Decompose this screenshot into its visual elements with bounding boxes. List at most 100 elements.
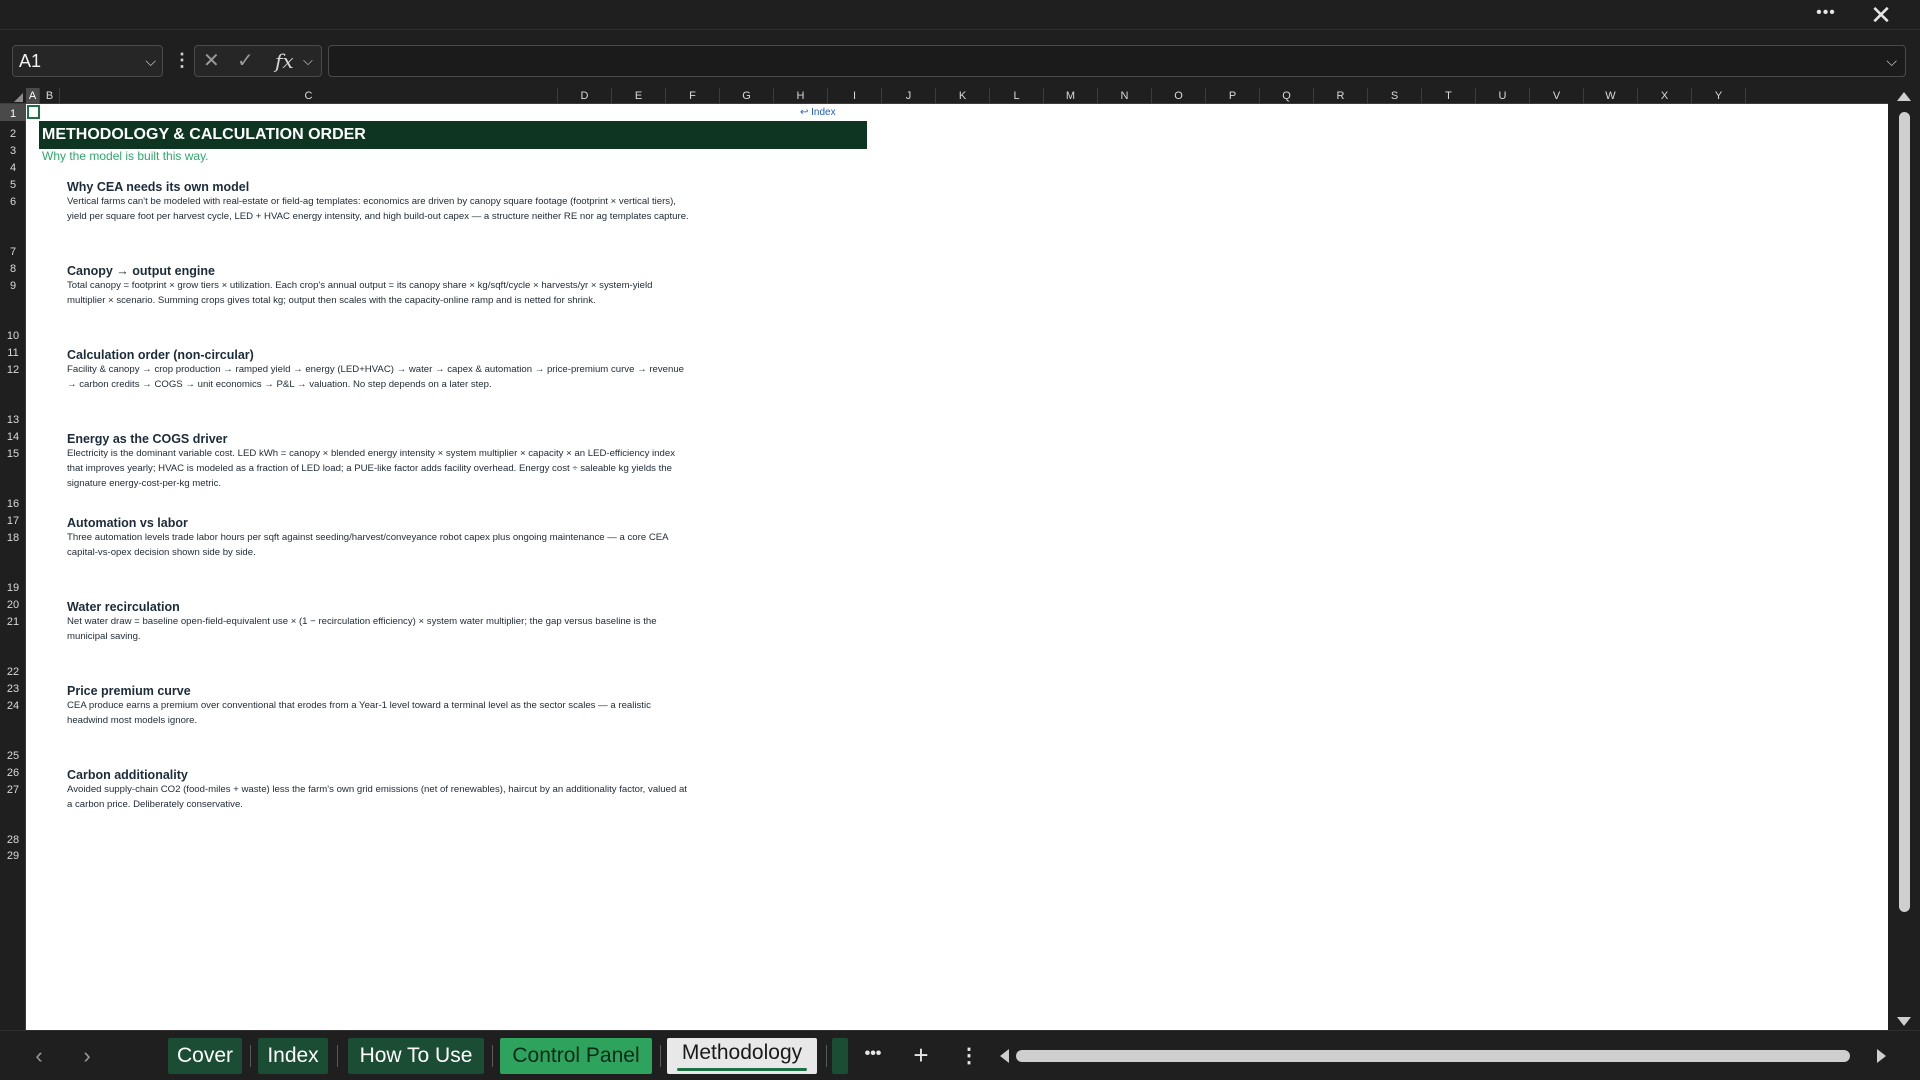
column-header[interactable]: C xyxy=(60,88,558,104)
row-header[interactable]: 22 xyxy=(0,629,26,679)
row-header[interactable]: 26 xyxy=(0,763,26,780)
row-header[interactable]: 2 xyxy=(0,121,26,141)
row-header[interactable]: 25 xyxy=(0,713,26,763)
select-all-corner[interactable] xyxy=(0,88,26,104)
column-header[interactable]: B xyxy=(40,88,60,104)
scroll-right-icon[interactable] xyxy=(1877,1049,1886,1063)
column-header[interactable]: O xyxy=(1152,88,1206,104)
row-header[interactable]: 28 xyxy=(0,797,26,847)
chevron-right-icon[interactable]: › xyxy=(72,1041,102,1071)
cancel-icon[interactable]: ✕ xyxy=(203,46,220,76)
row-header[interactable]: 3 xyxy=(0,141,26,158)
column-header[interactable]: E xyxy=(612,88,666,104)
close-icon[interactable]: ✕ xyxy=(1866,1,1896,29)
formula-input[interactable]: ⌵ xyxy=(328,45,1906,77)
row-header[interactable]: 10 xyxy=(0,293,26,343)
row-header[interactable]: 5 xyxy=(0,175,26,192)
row-header[interactable]: 21 xyxy=(0,612,26,629)
chevron-down-icon[interactable]: ⌵ xyxy=(303,46,313,76)
row-header[interactable]: 6 xyxy=(0,192,26,209)
add-sheet-icon[interactable]: + xyxy=(906,1041,936,1071)
scroll-thumb[interactable] xyxy=(1899,112,1910,912)
column-header[interactable]: A xyxy=(26,88,40,104)
tab-divider xyxy=(660,1045,661,1067)
row-headers: 1 2 3 4 5 6 7 8 9 10 11 12 13 14 15 16 17 18 19 20 21 22 23 24 2… xyxy=(0,104,26,1030)
row-header[interactable]: 17 xyxy=(0,511,26,528)
page-title: METHODOLOGY & CALCULATION ORDER xyxy=(39,121,867,149)
scroll-thumb[interactable] xyxy=(1016,1050,1850,1062)
tab-cover[interactable]: Cover xyxy=(168,1038,242,1074)
column-header[interactable]: N xyxy=(1098,88,1152,104)
horizontal-scrollbar[interactable] xyxy=(996,1043,1890,1069)
tab-how-to-use[interactable]: How To Use xyxy=(348,1038,484,1074)
tab-methodology[interactable]: Methodology xyxy=(667,1038,817,1074)
column-header[interactable]: K xyxy=(936,88,990,104)
chevron-down-icon[interactable]: ⌵ xyxy=(145,46,156,76)
column-header[interactable]: G xyxy=(720,88,774,104)
section-heading: Canopy → output engine xyxy=(67,264,215,278)
column-header[interactable]: H xyxy=(774,88,828,104)
more-sheets-icon[interactable]: ••• xyxy=(858,1041,888,1071)
active-cell-a1[interactable] xyxy=(27,105,40,119)
column-header[interactable]: W xyxy=(1584,88,1638,104)
column-header[interactable]: M xyxy=(1044,88,1098,104)
row-header[interactable]: 16 xyxy=(0,461,26,511)
section-heading: Carbon additionality xyxy=(67,768,188,782)
section-body: Vertical farms can't be modeled with rea… xyxy=(67,196,689,222)
row-header[interactable]: 11 xyxy=(0,343,26,360)
row-header[interactable]: 13 xyxy=(0,377,26,427)
tab-control-panel[interactable]: Control Panel xyxy=(500,1038,652,1074)
row-header[interactable]: 18 xyxy=(0,528,26,545)
check-icon[interactable]: ✓ xyxy=(237,46,254,76)
column-header[interactable]: R xyxy=(1314,88,1368,104)
column-header[interactable]: J xyxy=(882,88,936,104)
insert-function-icon[interactable]: fx xyxy=(275,46,294,76)
row-header[interactable]: 19 xyxy=(0,545,26,595)
row-header[interactable]: 14 xyxy=(0,427,26,444)
section-body: Total canopy = footprint × grow tiers × … xyxy=(67,280,653,306)
section-heading: Calculation order (non-circular) xyxy=(67,348,254,362)
row-header[interactable]: 9 xyxy=(0,276,26,293)
row-header[interactable]: 27 xyxy=(0,780,26,797)
row-header[interactable]: 1 xyxy=(0,104,26,121)
column-header[interactable]: V xyxy=(1530,88,1584,104)
column-header[interactable]: Q xyxy=(1260,88,1314,104)
row-header[interactable]: 4 xyxy=(0,158,26,175)
column-header[interactable]: I xyxy=(828,88,882,104)
row-header[interactable]: 8 xyxy=(0,259,26,276)
active-tab-indicator xyxy=(677,1068,807,1071)
row-header[interactable]: 15 xyxy=(0,444,26,461)
ellipsis-icon[interactable]: ••• xyxy=(1812,4,1840,26)
scroll-down-icon[interactable] xyxy=(1897,1017,1911,1026)
scroll-up-icon[interactable] xyxy=(1897,92,1911,101)
column-header[interactable]: L xyxy=(990,88,1044,104)
vertical-ellipsis-icon[interactable]: ⋮ xyxy=(954,1041,984,1071)
column-header[interactable]: S xyxy=(1368,88,1422,104)
tab-next-partial[interactable] xyxy=(832,1038,848,1074)
row-header[interactable]: 7 xyxy=(0,209,26,259)
row-header[interactable]: 29 xyxy=(0,847,26,863)
sheet-canvas[interactable]: ↩ Index METHODOLOGY & CALCULATION ORDER … xyxy=(26,104,1888,1030)
name-box[interactable]: A1 ⌵ xyxy=(12,45,163,77)
row-header[interactable]: 23 xyxy=(0,679,26,696)
row-header[interactable]: 24 xyxy=(0,696,26,713)
vertical-ellipsis-icon[interactable]: ⋮ xyxy=(173,45,191,77)
index-link[interactable]: ↩ Index xyxy=(800,107,836,118)
column-header[interactable]: Y xyxy=(1692,88,1746,104)
column-header[interactable]: P xyxy=(1206,88,1260,104)
column-header[interactable]: T xyxy=(1422,88,1476,104)
tab-index[interactable]: Index xyxy=(258,1038,328,1074)
scroll-left-icon[interactable] xyxy=(1000,1049,1009,1063)
column-header[interactable]: X xyxy=(1638,88,1692,104)
column-header[interactable]: F xyxy=(666,88,720,104)
section-heading: Price premium curve xyxy=(67,684,191,698)
column-header[interactable]: U xyxy=(1476,88,1530,104)
tab-methodology-label: Methodology xyxy=(681,1041,803,1064)
formula-tools: ✕ ✓ fx ⌵ xyxy=(194,45,322,77)
expand-formula-icon[interactable]: ⌵ xyxy=(1886,46,1897,76)
column-header[interactable]: D xyxy=(558,88,612,104)
chevron-left-icon[interactable]: ‹ xyxy=(24,1041,54,1071)
row-header[interactable]: 12 xyxy=(0,360,26,377)
row-header[interactable]: 20 xyxy=(0,595,26,612)
vertical-scrollbar[interactable] xyxy=(1890,88,1920,1030)
